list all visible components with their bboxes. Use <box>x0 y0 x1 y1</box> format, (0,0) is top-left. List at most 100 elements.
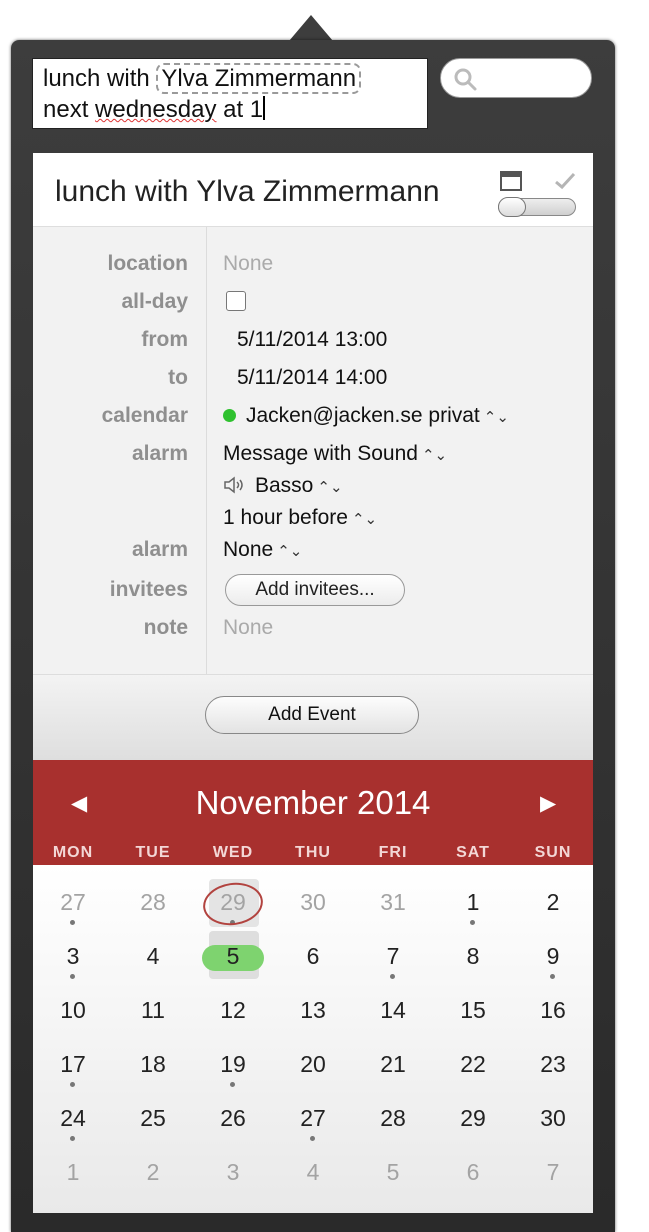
event-indicator-dot <box>310 1136 315 1141</box>
from-label: from <box>141 328 188 351</box>
add-invitees-button[interactable]: Add invitees... <box>225 574 405 606</box>
calendar-header: ◀ November 2014 ▶ MON TUE WED THU FRI SA… <box>33 760 593 865</box>
weekday-label: MON <box>52 844 94 861</box>
calendar-day[interactable]: 1 <box>433 889 513 916</box>
location-label: location <box>107 252 188 275</box>
to-label: to <box>168 366 188 389</box>
checkmark-icon[interactable] <box>553 171 577 191</box>
calendar-day[interactable]: 26 <box>193 1105 273 1132</box>
calendar-day[interactable]: 30 <box>273 889 353 916</box>
updown-chevron-icon: ⌃⌄ <box>421 447 448 464</box>
search-icon <box>454 68 477 91</box>
calendar-day[interactable]: 24 <box>33 1105 113 1132</box>
to-field[interactable]: 5/11/2014 14:00 <box>237 366 387 390</box>
calendar-day[interactable]: 21 <box>353 1051 433 1078</box>
event-indicator-dot <box>230 1082 235 1087</box>
calendar-day[interactable]: 1 <box>33 1159 113 1186</box>
calendar-day[interactable]: 10 <box>33 997 113 1024</box>
updown-chevron-icon: ⌃⌄ <box>317 479 343 496</box>
note-field[interactable]: None <box>223 616 273 640</box>
from-field[interactable]: 5/11/2014 13:00 <box>237 328 387 352</box>
calendar-day[interactable]: 19 <box>193 1051 273 1078</box>
calendar-day[interactable]: 11 <box>113 997 193 1024</box>
calendar-day[interactable]: 13 <box>273 997 353 1024</box>
location-field[interactable]: None <box>223 252 273 276</box>
calendar-day[interactable]: 30 <box>513 1105 593 1132</box>
calendar-day[interactable]: 27 <box>33 889 113 916</box>
event-editor-panel: lunch with Ylva Zimmermann location None… <box>33 153 593 1213</box>
calendar-day[interactable]: 3 <box>33 943 113 970</box>
updown-chevron-icon: ⌃⌄ <box>483 409 509 426</box>
calendar-day[interactable]: 6 <box>273 943 353 970</box>
calendar-select[interactable]: Jacken@jacken.se privat ⌃⌄ <box>223 404 509 428</box>
calendar-day[interactable]: 8 <box>433 943 513 970</box>
alarm-type-value: Message with Sound <box>223 442 418 465</box>
alarm2-label: alarm <box>131 538 188 561</box>
quick-entry-field[interactable]: lunch with Ylva Zimmermann next wednesda… <box>32 58 428 129</box>
alarm-sound-select[interactable]: Basso ⌃⌄ <box>223 474 343 498</box>
calendar-label: calendar <box>101 404 188 427</box>
view-toggle-slider[interactable] <box>498 197 576 217</box>
next-month-icon[interactable]: ▶ <box>540 791 556 816</box>
event-title[interactable]: lunch with Ylva Zimmermann <box>55 175 440 209</box>
calendar-day[interactable]: 6 <box>433 1159 513 1186</box>
search-field[interactable] <box>440 58 592 98</box>
calendar-select-value: Jacken@jacken.se privat <box>246 404 480 427</box>
calendar-day[interactable]: 4 <box>113 943 193 970</box>
allday-checkbox[interactable] <box>226 291 246 311</box>
calendar-day[interactable]: 16 <box>513 997 593 1024</box>
calendar-day[interactable]: 18 <box>113 1051 193 1078</box>
calendar-day[interactable]: 5 <box>353 1159 433 1186</box>
calendar-day[interactable]: 20 <box>273 1051 353 1078</box>
alarm2-value: None <box>223 538 274 561</box>
calendar-day[interactable]: 5 <box>193 943 273 970</box>
calendar-grid: 27 28 29 30 31 1 2 3 4 5 6 7 8 9 10 11 12 13 14 15 16 17 18 19 2… <box>33 865 593 1213</box>
calendar-day[interactable]: 9 <box>513 943 593 970</box>
calendar-day[interactable]: 29 <box>433 1105 513 1132</box>
month-title: November 2014 <box>195 784 431 821</box>
event-indicator-dot <box>470 920 475 925</box>
calendar-day[interactable]: 27 <box>273 1105 353 1132</box>
event-details-form: location None all-day from 5/11/2014 13:… <box>33 227 593 674</box>
calendar-day[interactable]: 31 <box>353 889 433 916</box>
alarm-offset-value: 1 hour before <box>223 506 348 529</box>
weekday-label: THU <box>295 844 331 861</box>
text-caret <box>263 96 266 120</box>
calendar-day[interactable]: 12 <box>193 997 273 1024</box>
calendar-day[interactable]: 22 <box>433 1051 513 1078</box>
event-indicator-dot <box>390 974 395 979</box>
calendar-day[interactable]: 2 <box>113 1159 193 1186</box>
allday-label: all-day <box>121 290 188 313</box>
note-label: note <box>143 616 188 639</box>
updown-chevron-icon: ⌃⌄ <box>277 543 303 560</box>
event-indicator-dot <box>70 1136 75 1141</box>
calendar-day[interactable]: 14 <box>353 997 433 1024</box>
toggle-knob[interactable] <box>498 197 526 217</box>
weekday-label: SUN <box>534 844 572 861</box>
calendar-color-dot <box>223 409 236 422</box>
calendar-day[interactable]: 28 <box>113 889 193 916</box>
calendar-day[interactable]: 7 <box>353 943 433 970</box>
window-icon[interactable] <box>500 171 522 191</box>
add-event-button[interactable]: Add Event <box>205 696 419 734</box>
calendar-day[interactable]: 7 <box>513 1159 593 1186</box>
speaker-icon <box>224 476 243 494</box>
calendar-day[interactable]: 3 <box>193 1159 273 1186</box>
weekday-label: TUE <box>135 844 171 861</box>
calendar-day[interactable]: 2 <box>513 889 593 916</box>
entry-text: next <box>43 96 96 123</box>
calendar-day[interactable]: 4 <box>273 1159 353 1186</box>
calendar-day[interactable]: 15 <box>433 997 513 1024</box>
event-indicator-dot <box>70 1082 75 1087</box>
add-event-area: Add Event <box>33 674 593 761</box>
weekday-label: WED <box>212 844 254 861</box>
event-indicator-dot <box>70 974 75 979</box>
calendar-day[interactable]: 25 <box>113 1105 193 1132</box>
alarm-offset-select[interactable]: 1 hour before ⌃⌄ <box>223 506 377 530</box>
alarm-type-select[interactable]: Message with Sound ⌃⌄ <box>223 442 447 466</box>
calendar-day[interactable]: 23 <box>513 1051 593 1078</box>
event-title-bar: lunch with Ylva Zimmermann <box>33 153 593 227</box>
alarm2-select[interactable]: None ⌃⌄ <box>223 538 302 562</box>
calendar-day[interactable]: 28 <box>353 1105 433 1132</box>
calendar-day[interactable]: 17 <box>33 1051 113 1078</box>
